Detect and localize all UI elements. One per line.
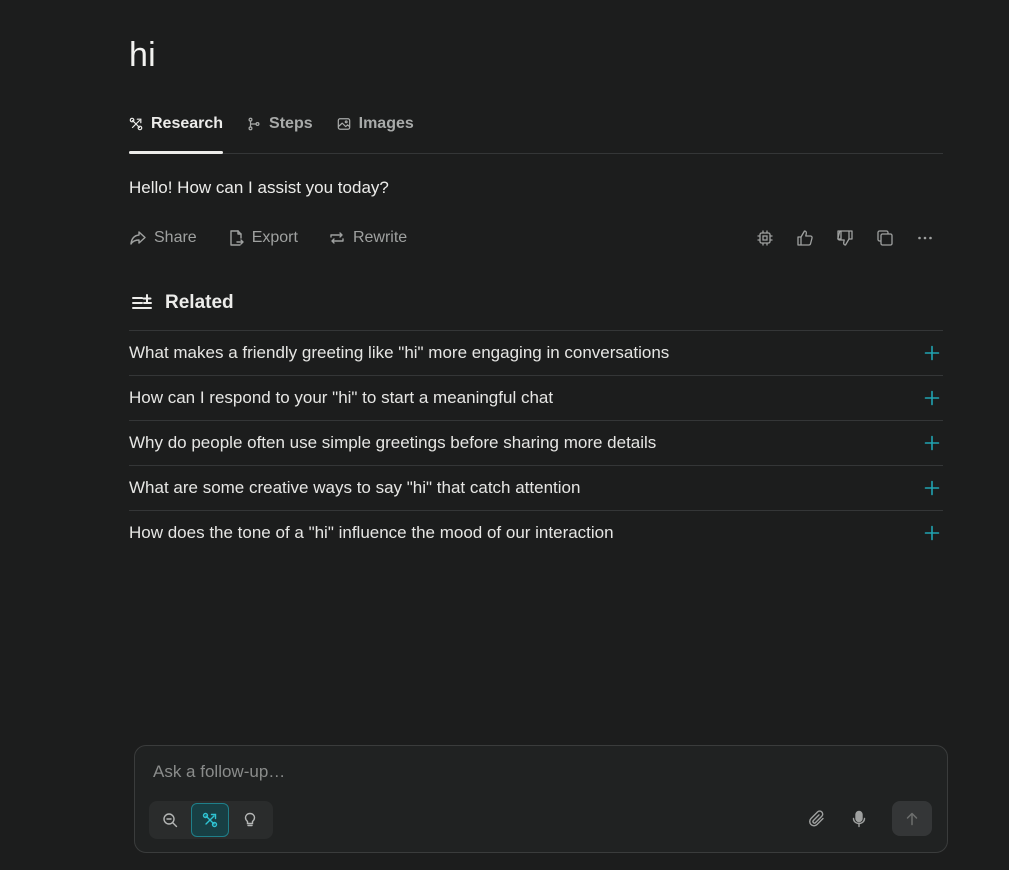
rewrite-label: Rewrite bbox=[352, 229, 408, 246]
more-icon[interactable] bbox=[916, 229, 934, 247]
related-item-text: How does the tone of a "hi" influence th… bbox=[129, 523, 614, 542]
export-icon bbox=[227, 229, 245, 247]
plus-icon[interactable] bbox=[924, 345, 940, 361]
related-item[interactable]: What makes a friendly greeting like "hi"… bbox=[129, 330, 943, 375]
search-icon bbox=[163, 813, 178, 828]
plus-icon[interactable] bbox=[924, 435, 940, 451]
follow-up-input[interactable] bbox=[151, 760, 911, 784]
tab-label: Images bbox=[358, 114, 414, 132]
copy-icon[interactable] bbox=[876, 229, 894, 247]
related-item[interactable]: How does the tone of a "hi" influence th… bbox=[129, 510, 943, 555]
research-icon bbox=[202, 812, 218, 828]
lightbulb-icon bbox=[244, 812, 256, 827]
related-item-text: Why do people often use simple greetings… bbox=[129, 433, 657, 452]
research-mode-button[interactable] bbox=[191, 803, 229, 837]
share-label: Share bbox=[154, 229, 197, 246]
export-label: Export bbox=[251, 229, 298, 246]
tab-research[interactable]: Research bbox=[129, 108, 224, 154]
plus-icon[interactable] bbox=[924, 525, 940, 541]
related-list: What makes a friendly greeting like "hi"… bbox=[129, 330, 943, 555]
page: hi Research Steps Images Hello! How can … bbox=[0, 0, 1009, 870]
composer-actions bbox=[808, 801, 932, 836]
related-item-text: How can I respond to your "hi" to start … bbox=[129, 388, 554, 407]
share-icon bbox=[129, 229, 147, 247]
related-heading-label: Related bbox=[165, 292, 234, 313]
rewrite-icon bbox=[328, 229, 346, 247]
send-button[interactable] bbox=[892, 801, 932, 836]
tab-images[interactable]: Images bbox=[337, 108, 414, 153]
related-item-text: What are some creative ways to say "hi" … bbox=[129, 478, 581, 497]
research-icon bbox=[129, 117, 143, 131]
microphone-icon[interactable] bbox=[850, 810, 868, 828]
arrow-up-icon bbox=[906, 812, 918, 825]
attach-icon[interactable] bbox=[808, 809, 826, 828]
tab-steps[interactable]: Steps bbox=[247, 108, 313, 153]
share-button[interactable]: Share bbox=[129, 229, 197, 247]
related-heading: Related bbox=[131, 292, 234, 314]
rewrite-button[interactable]: Rewrite bbox=[328, 229, 407, 247]
follow-up-composer bbox=[134, 745, 948, 853]
chip-icon[interactable] bbox=[756, 229, 774, 247]
tab-label: Steps bbox=[269, 114, 313, 132]
thumbs-up-icon[interactable] bbox=[796, 229, 814, 247]
answer-text: Hello! How can I assist you today? bbox=[129, 178, 389, 197]
page-title: hi bbox=[129, 36, 156, 74]
steps-icon bbox=[247, 117, 261, 131]
plus-icon[interactable] bbox=[924, 390, 940, 406]
mode-selector bbox=[149, 801, 273, 839]
related-item[interactable]: How can I respond to your "hi" to start … bbox=[129, 375, 943, 420]
labs-mode-button[interactable] bbox=[231, 803, 269, 837]
export-button[interactable]: Export bbox=[227, 229, 298, 247]
plus-icon[interactable] bbox=[924, 480, 940, 496]
tab-label: Research bbox=[151, 114, 224, 132]
related-list-icon bbox=[131, 292, 153, 314]
answer-actions: Share Export Rewrite bbox=[129, 224, 943, 252]
related-item-text: What makes a friendly greeting like "hi"… bbox=[129, 343, 670, 362]
thumbs-down-icon[interactable] bbox=[836, 229, 854, 247]
related-item[interactable]: What are some creative ways to say "hi" … bbox=[129, 465, 943, 510]
image-icon bbox=[337, 117, 351, 131]
tab-bar: Research Steps Images bbox=[129, 108, 943, 154]
search-mode-button[interactable] bbox=[151, 803, 189, 837]
related-item[interactable]: Why do people often use simple greetings… bbox=[129, 420, 943, 465]
